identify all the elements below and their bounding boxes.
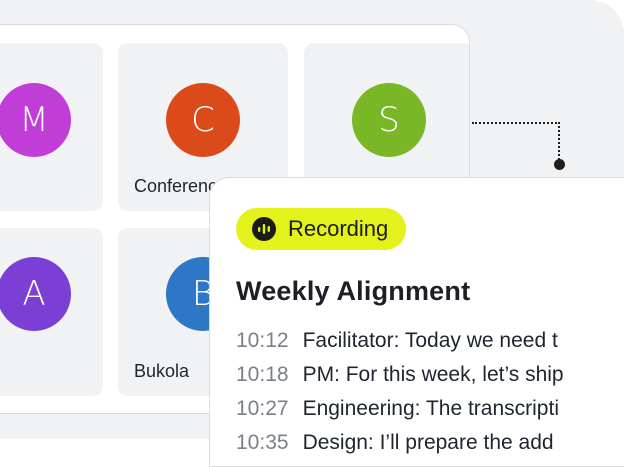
timestamp: 10:18 bbox=[236, 363, 289, 386]
avatar: A bbox=[0, 257, 71, 331]
transcript-line: 10:12 Facilitator: Today we need t bbox=[236, 329, 624, 363]
participant-tile-m[interactable]: M bbox=[0, 43, 103, 211]
timestamp: 10:12 bbox=[236, 329, 289, 352]
transcript-line: 10:27 Engineering: The transcripti bbox=[236, 397, 624, 431]
transcript-text: PM: For this week, let’s ship bbox=[302, 363, 564, 386]
timestamp: 10:27 bbox=[236, 397, 289, 420]
timestamp: 10:35 bbox=[236, 431, 289, 454]
audio-waveform-icon bbox=[252, 217, 276, 241]
avatar: S bbox=[352, 83, 426, 157]
recording-card: Recording Weekly Alignment 10:12 Facilita… bbox=[209, 177, 624, 467]
avatar: M bbox=[0, 83, 71, 157]
participant-tile-a[interactable]: A bbox=[0, 228, 103, 396]
transcript: 10:12 Facilitator: Today we need t 10:18 P… bbox=[236, 329, 624, 465]
connector-dot bbox=[554, 159, 565, 170]
transcript-text: Design: I’ll prepare the add bbox=[302, 431, 554, 454]
transcript-line: 10:18 PM: For this week, let’s ship bbox=[236, 363, 624, 397]
meeting-title: Weekly Alignment bbox=[236, 276, 471, 306]
connector-line bbox=[472, 122, 560, 164]
participant-name: Bukola bbox=[134, 361, 190, 381]
recording-label: Recording bbox=[288, 216, 389, 241]
transcript-text: Facilitator: Today we need t bbox=[302, 329, 558, 352]
transcript-line: 10:35 Design: I’ll prepare the add bbox=[236, 431, 624, 465]
avatar: C bbox=[166, 83, 240, 157]
recording-badge[interactable]: Recording bbox=[236, 208, 407, 250]
transcript-text: Engineering: The transcripti bbox=[302, 397, 559, 420]
